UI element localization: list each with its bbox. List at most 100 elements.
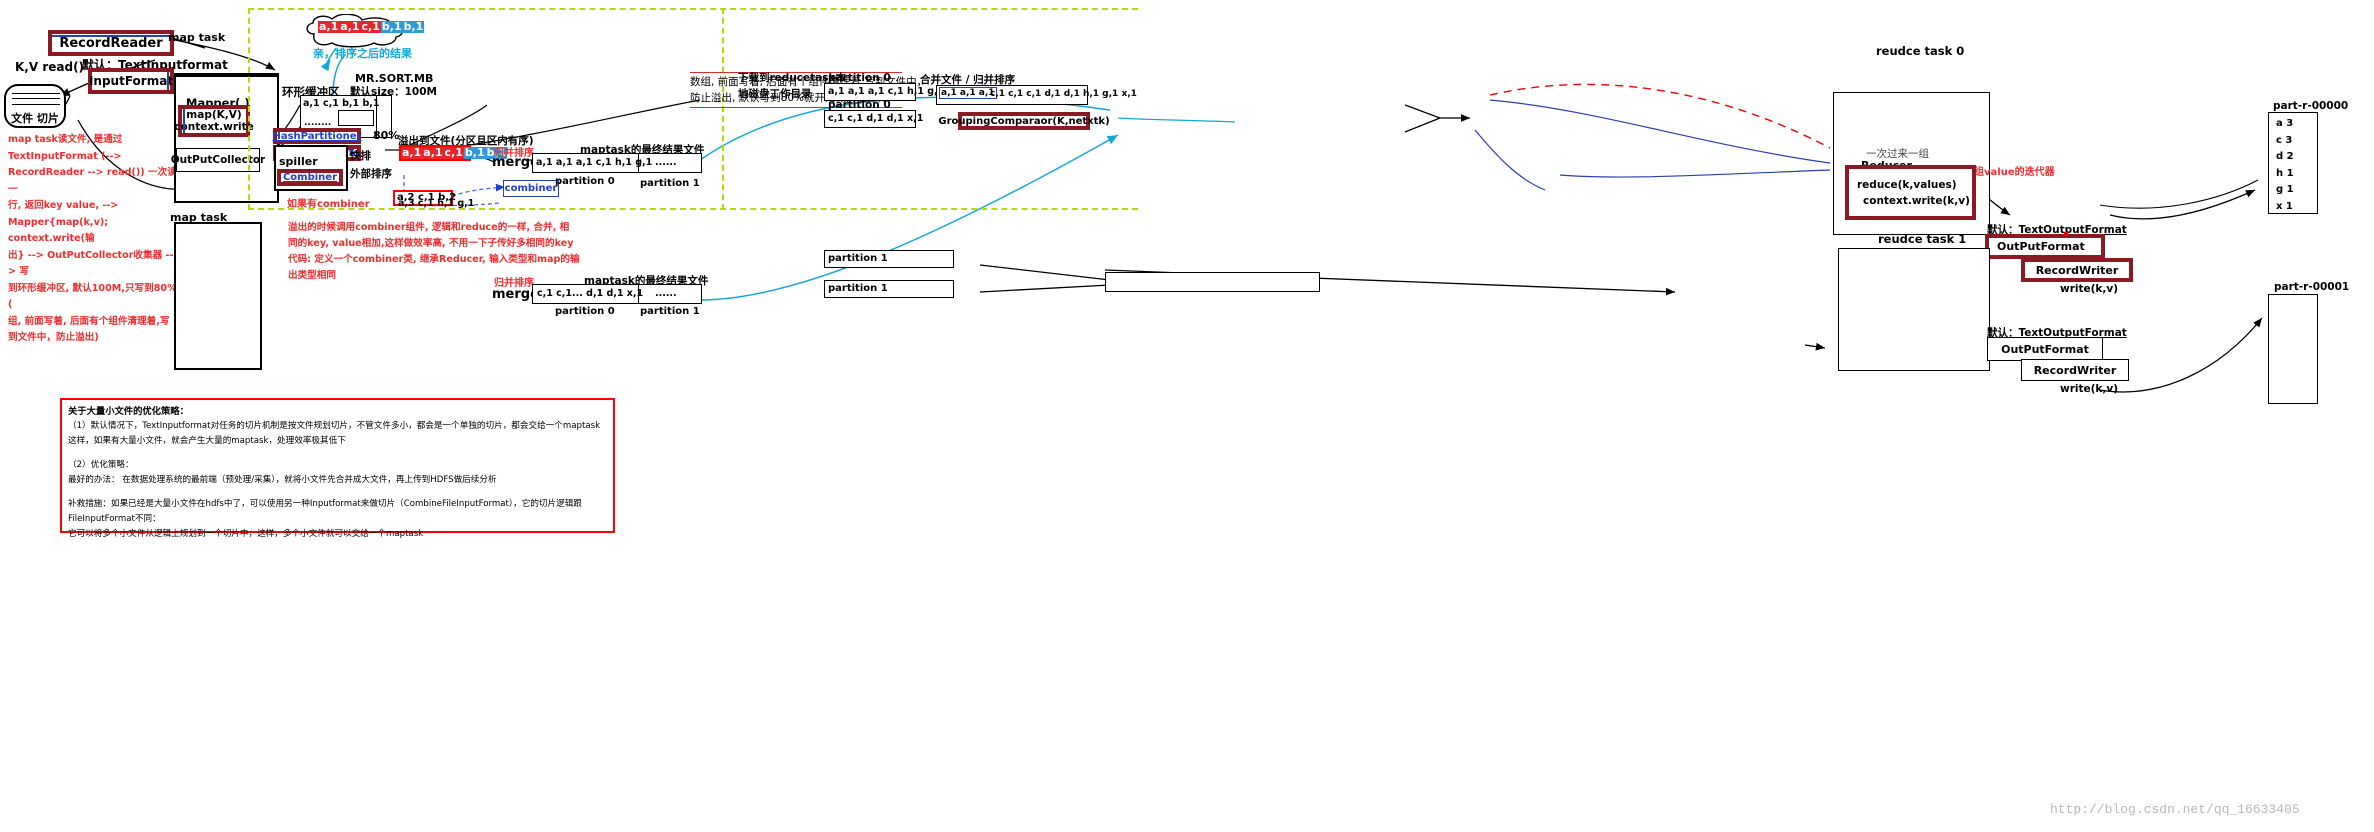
maptask-result-dots-1: ...... xyxy=(655,157,677,168)
merge-sort-label-1: 归并排序 xyxy=(494,148,534,159)
output-row: d 2 xyxy=(2276,151,2294,162)
output-row: c 3 xyxy=(2276,134,2293,146)
record-reader-box[interactable]: RecordReader xyxy=(48,30,174,56)
if-combiner-note: 如果有combiner xyxy=(287,199,370,210)
optimization-note-line: 这样，如果有大量小文件，就会产生大量的maptask，处理效率极其低下 xyxy=(68,435,346,446)
part-r-00000-rows: a 3 c 3 d 2 h 1 g 1 x 1 xyxy=(2276,116,2294,215)
spill-cell: a,1 xyxy=(401,146,423,159)
merged-row-tail: c,1 c,1 c,1 d,1 d,1 h,1 g,1 x,1 xyxy=(990,89,1137,99)
combiner-box[interactable]: Combiner xyxy=(277,169,343,186)
cloud-kv-cell: b,1 xyxy=(402,20,425,33)
shuffle-region-divider xyxy=(722,8,724,210)
spill-cell: c,1 xyxy=(443,146,464,159)
left-note-line: TextInputFormat (--> xyxy=(8,150,122,162)
partition1-label-2: partition 1 xyxy=(640,306,700,317)
buffer-pct-label: 80% xyxy=(373,129,400,142)
cloud-kv-cell: c,1 xyxy=(360,20,381,33)
combiner-tag-box[interactable]: combiner xyxy=(503,180,559,197)
optimization-note-line: （1）默认情况下，TextInputformat对任务的切片机制是按文件规划切片… xyxy=(68,421,601,431)
partition0-label-1: partition 0 xyxy=(555,176,615,187)
reduce-fn-label: reduce(k,values) xyxy=(1857,178,1957,191)
combiner-note-line: 溢出的时候调用combiner组件, 逻辑和reduce的一样, 合并, 相 xyxy=(288,222,570,233)
watermark: http://blog.csdn.net/qq_16633405 xyxy=(2050,802,2300,817)
maptask-result-dots-2: ...... xyxy=(655,288,677,299)
reduce1-output-format-box[interactable]: OutPutFormat xyxy=(1987,337,2103,361)
grouping-comparator-label: GroupingComparaor(K,netxtk) xyxy=(938,115,1110,127)
optimization-note-line: 最好的办法： 在数据处理系统的最前端（预处理/采集），就将小文件先合并成大文件，… xyxy=(68,474,497,485)
record-reader-label: RecordReader xyxy=(59,35,163,51)
quick-sort-label: 快排 xyxy=(350,150,371,162)
left-note-line: 组, 前面写着, 后面有个组件清理着,写 xyxy=(8,315,170,327)
reduce0-output-format-label: OutPutFormat xyxy=(1997,240,2085,253)
map-kv-label: map(K,V) xyxy=(186,109,242,121)
partition0-label-2: partition 0 xyxy=(555,306,615,317)
ring-cell: c,1 xyxy=(322,98,339,109)
part-r-00000-title: part-r-00000 xyxy=(2273,100,2349,112)
cloud-kv-strip: a,1 a,1 c,1 b,1 b,1 xyxy=(318,20,425,33)
part-r-00001-box xyxy=(2268,294,2318,404)
optimization-note-line: 补救措施：如果已经是大量小文件在hdfs中了，可以使用另一种Inputforma… xyxy=(68,499,582,524)
output-row: g 1 xyxy=(2276,184,2294,195)
grouping-comparator-box[interactable]: GroupingComparaor(K,netxtk) xyxy=(938,112,1110,130)
reduce1-record-writer-box[interactable]: RecordWriter xyxy=(2021,359,2129,381)
reduce0-record-writer-box[interactable]: RecordWriter xyxy=(2021,258,2133,282)
input-format-label: InputFormat xyxy=(88,74,174,88)
spiller-label: spiller xyxy=(279,155,318,168)
cloud-kv-cell: a,1 xyxy=(339,20,361,33)
map-task-box-2 xyxy=(174,222,262,370)
combiner-note-line: 代码: 定义一个combiner类, 继承Reducer, 输入类型和map的输 xyxy=(288,254,580,265)
optimization-note-line xyxy=(68,487,608,497)
ring-cell: a,1 xyxy=(303,98,320,109)
optimization-note-line: （2）优化策略： xyxy=(68,460,134,471)
ring-buffer-inner xyxy=(338,110,374,126)
kv-read-label: K,V read() xyxy=(15,60,85,74)
reduce-task-0-title: reudce task 0 xyxy=(1876,44,1965,58)
maptask-result-row-2: c,1 c,1... d,1 d,1 x,1 xyxy=(537,288,644,299)
reduce-function-box[interactable]: reduce(k,values) context.write(k,v) xyxy=(1845,165,1976,220)
combiner-note-line: 同的key, value相加,这样做效率高, 不用一下子传好多相同的key xyxy=(288,238,574,249)
input-format-accent xyxy=(167,72,169,90)
reduce0-record-writer-label: RecordWriter xyxy=(2035,263,2119,277)
output-row: h 1 xyxy=(2276,167,2294,179)
cloud-caption: 亲，排序之后的结果 xyxy=(313,47,412,60)
spill-cell: a,1 xyxy=(422,146,444,159)
output-row: x 1 xyxy=(2276,200,2293,212)
cloud-kv-cell: b,1 xyxy=(380,20,403,33)
ring-cell: b,1 xyxy=(342,98,360,109)
partition1-label-1: partition 1 xyxy=(640,178,700,189)
part-r-00001-title: part-r-00001 xyxy=(2274,281,2350,293)
input-format-box[interactable]: InputFormat xyxy=(88,68,174,94)
ring-buffer-cells: a,1 c,1 b,1 b,1 xyxy=(303,98,380,109)
hash-partitioner-box[interactable]: HashPartitioner xyxy=(272,128,362,144)
file-split-doc: 文件 切片 xyxy=(4,84,66,128)
maptask-result-row-1: a,1 a,1 a,1 c,1 h,1 g,1 xyxy=(536,157,653,168)
reduce-context-write-label: context.write(k,v) xyxy=(1863,194,1970,207)
map-task-label-1: map task xyxy=(168,31,226,44)
merge-sort-label-2: 归并排序 xyxy=(494,278,534,289)
output-row: a 3 xyxy=(2276,118,2294,129)
reduce1-output-format-label: OutPutFormat xyxy=(2001,342,2089,356)
optimization-note-line: 它可以将多个小文件从逻辑上规划到一个切片中，这样，多个小文件就可以交给一个map… xyxy=(68,528,424,539)
reduce-task-1-title: reudce task 1 xyxy=(1878,232,1967,246)
map-function-box[interactable]: map(K,V) context.write xyxy=(174,105,254,137)
reduce0-write-kv-label: write(k,v) xyxy=(2060,283,2119,295)
red-dot-marker xyxy=(2064,232,2068,236)
record-reader-underline xyxy=(52,35,170,37)
partition1-label-b: partition 1 xyxy=(828,283,888,294)
optimization-note-content: 关于大量小文件的优化策略： （1）默认情况下，TextInputformat对任… xyxy=(68,404,608,541)
left-note-line: 出} --> OutPutCollector收集器 --> 写 xyxy=(8,249,174,278)
left-note-line: map task读文件, 是通过 xyxy=(8,134,123,145)
reduce-task-1-box xyxy=(1838,248,1990,371)
left-note-line: 行, 返回key value, --> xyxy=(8,200,119,211)
optimization-note-line xyxy=(68,448,608,458)
optimization-note-title: 关于大量小文件的优化策略： xyxy=(68,406,189,417)
merged-row-head: a,1 a,1 a,1 xyxy=(939,87,997,99)
left-notes: map task读文件, 是通过 TextInputFormat (--> Re… xyxy=(8,132,178,347)
spill-cell: b,1 xyxy=(463,146,486,159)
reduce0-output-format-box[interactable]: OutPutFormat xyxy=(1985,234,2105,259)
context-write-label: context.write xyxy=(174,121,254,133)
file-split-label: 文件 切片 xyxy=(11,112,59,125)
reduce1-write-kv-label: write(k,v) xyxy=(2060,383,2119,395)
left-note-line: Mapper{map(k,v); context.write(输 xyxy=(8,216,109,245)
shuffle-row-a: a,1 a,1 a,1 c,1 h,1 g,1 xyxy=(828,86,945,97)
